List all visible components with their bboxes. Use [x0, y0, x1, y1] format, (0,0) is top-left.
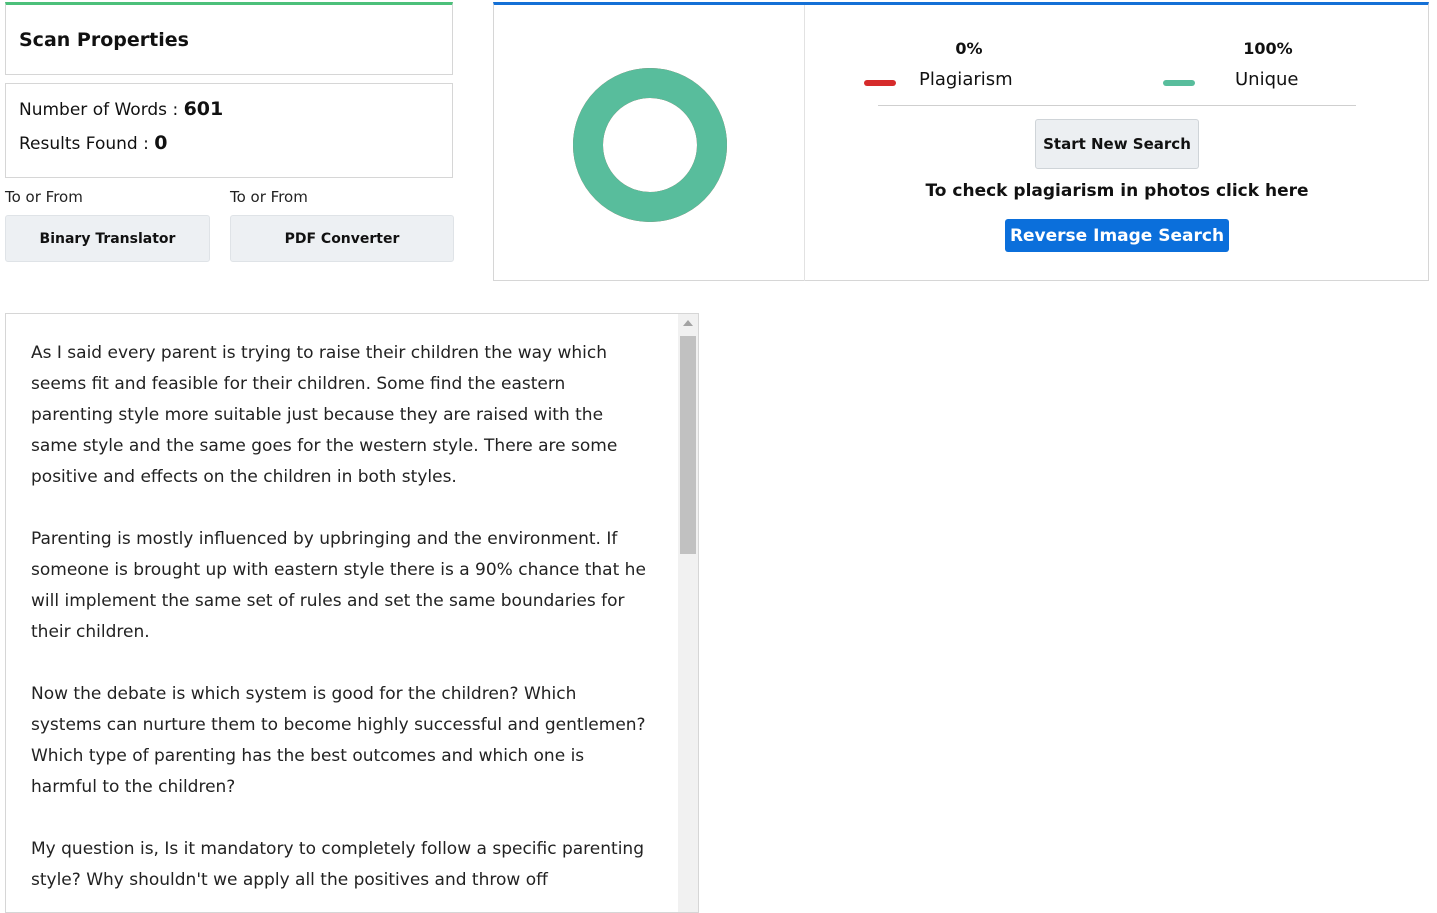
plagiarism-label: Plagiarism: [919, 69, 1013, 90]
results-found-label: Results Found :: [19, 134, 155, 154]
plagiarism-legend-swatch: [864, 80, 896, 86]
word-count-value: 601: [183, 98, 224, 120]
start-new-search-button[interactable]: Start New Search: [1035, 119, 1199, 169]
results-found-row: Results Found : 0: [19, 132, 167, 154]
pdf-converter-button[interactable]: PDF Converter: [230, 215, 454, 262]
unique-legend-swatch: [1163, 80, 1195, 86]
text-paragraph: Parenting is mostly influenced by upbrin…: [31, 529, 646, 642]
result-panel: 0% Plagiarism 100% Unique Start New Sear…: [493, 2, 1429, 281]
text-scrollbar[interactable]: [678, 314, 698, 912]
scroll-up-arrow-icon[interactable]: [683, 320, 693, 326]
text-paragraph: As I said every parent is trying to rais…: [31, 343, 618, 487]
scanned-text-content: As I said every parent is trying to rais…: [31, 338, 651, 912]
donut-unique-arc: [573, 68, 727, 222]
scroll-thumb[interactable]: [680, 336, 696, 554]
results-found-value: 0: [154, 132, 168, 154]
plagiarism-percent: 0%: [955, 39, 983, 58]
scan-properties-title: Scan Properties: [19, 29, 189, 51]
uniqueness-donut-chart: [573, 68, 727, 222]
legend-divider: [878, 105, 1356, 106]
unique-percent: 100%: [1243, 39, 1293, 58]
scan-stats-card: Number of Words : 601 Results Found : 0: [5, 83, 453, 178]
scan-properties-card: Scan Properties: [5, 2, 453, 75]
photo-check-text: To check plagiarism in photos click here: [925, 181, 1309, 201]
panel-divider: [804, 5, 805, 281]
tool-caption-2: To or From: [230, 188, 308, 206]
tool-caption-1: To or From: [5, 188, 83, 206]
text-paragraph: My question is, Is it mandatory to compl…: [31, 839, 644, 890]
scanned-text-box[interactable]: As I said every parent is trying to rais…: [5, 313, 699, 913]
binary-translator-button[interactable]: Binary Translator: [5, 215, 210, 262]
word-count-row: Number of Words : 601: [19, 98, 223, 120]
text-paragraph: Now the debate is which system is good f…: [31, 684, 646, 797]
reverse-image-search-button[interactable]: Reverse Image Search: [1005, 219, 1229, 252]
word-count-label: Number of Words :: [19, 100, 184, 120]
unique-label: Unique: [1235, 69, 1299, 90]
